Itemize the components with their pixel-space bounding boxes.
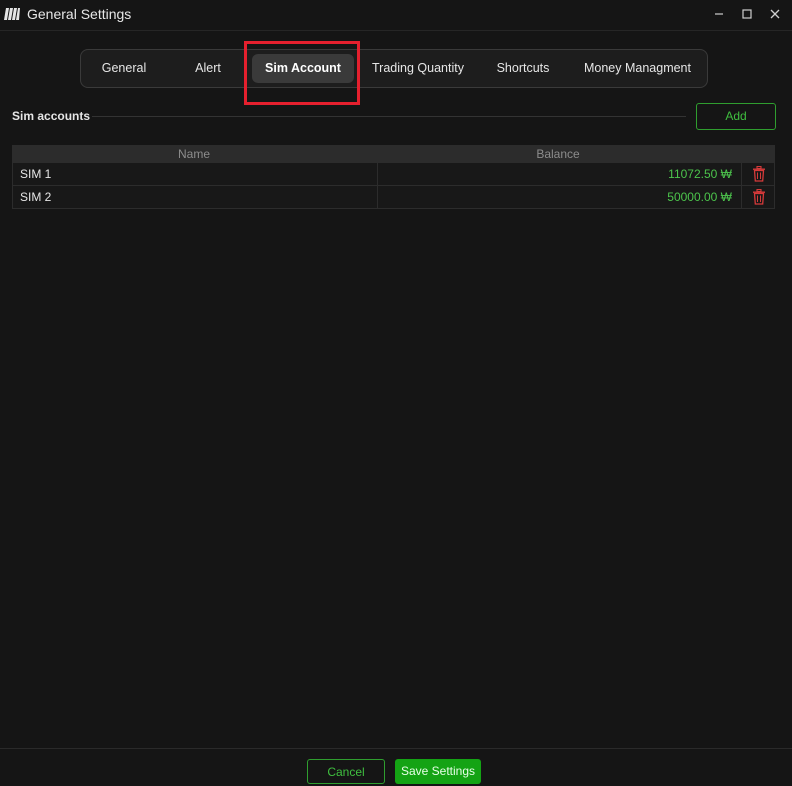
settings-tab-strip: General Alert Sim Account Trading Quanti… — [80, 49, 708, 88]
column-divider — [741, 163, 742, 185]
account-balance: 50000.00 ₩ — [667, 190, 732, 204]
column-divider — [741, 186, 742, 208]
window-title: General Settings — [27, 6, 132, 22]
account-name: SIM 1 — [20, 167, 52, 181]
close-button[interactable] — [765, 5, 785, 23]
tab-trading-quantity[interactable]: Trading Quantity — [366, 54, 470, 83]
tab-money-managment[interactable]: Money Managment — [575, 54, 700, 83]
account-balance: 11072.50 ₩ — [668, 167, 732, 181]
footer-bar: Cancel Save Settings — [0, 748, 792, 786]
trash-icon[interactable] — [752, 166, 766, 182]
table-row[interactable]: SIM 1 11072.50 ₩ — [12, 163, 775, 186]
trash-icon[interactable] — [752, 189, 766, 205]
maximize-icon — [742, 9, 752, 19]
add-button[interactable]: Add — [696, 103, 776, 130]
tab-alert[interactable]: Alert — [175, 54, 241, 83]
tab-shortcuts[interactable]: Shortcuts — [486, 54, 560, 83]
column-divider — [377, 163, 378, 185]
save-settings-button[interactable]: Save Settings — [395, 759, 481, 784]
table-header: Name Balance — [12, 145, 775, 163]
column-header-balance[interactable]: Balance — [376, 145, 740, 163]
section-title: Sim accounts — [12, 109, 91, 123]
settings-window: General Settings General Alert Sim Accou… — [0, 0, 792, 786]
table-row[interactable]: SIM 2 50000.00 ₩ — [12, 186, 775, 209]
sim-accounts-table: Name Balance SIM 1 11072.50 ₩ SIM 2 5000… — [12, 145, 775, 209]
section-divider — [92, 116, 686, 117]
minimize-button[interactable] — [709, 5, 729, 23]
tab-sim-account[interactable]: Sim Account — [252, 54, 354, 83]
account-name: SIM 2 — [20, 190, 52, 204]
column-divider — [377, 186, 378, 208]
tab-general[interactable]: General — [91, 54, 157, 83]
close-icon — [770, 9, 780, 19]
minimize-icon — [715, 13, 723, 15]
cancel-button[interactable]: Cancel — [307, 759, 385, 784]
title-bar: General Settings — [0, 0, 792, 31]
maximize-button[interactable] — [737, 5, 757, 23]
column-header-name[interactable]: Name — [12, 145, 376, 163]
app-logo-icon — [4, 8, 20, 20]
